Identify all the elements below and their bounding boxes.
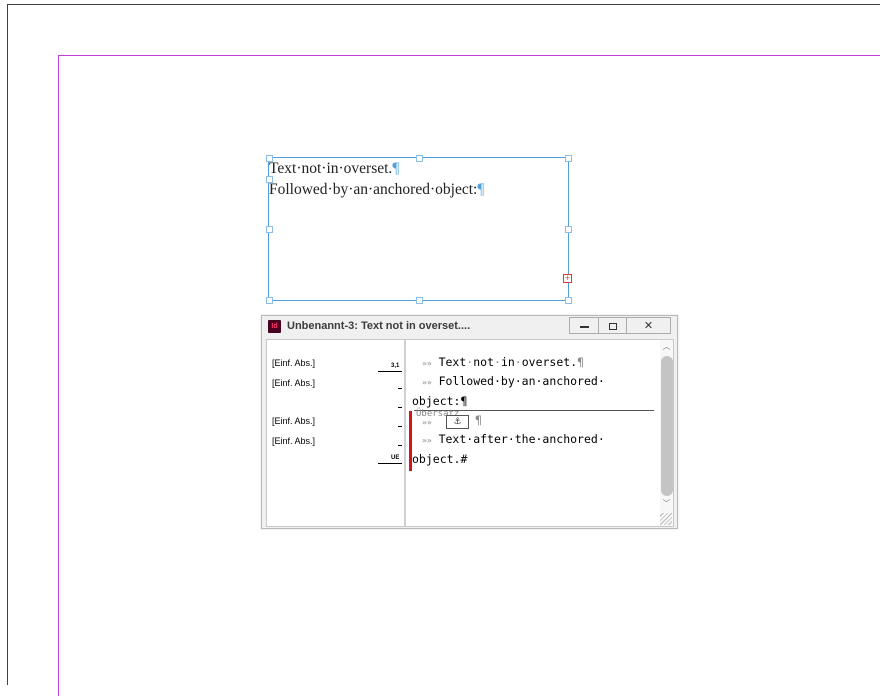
frame-story-text[interactable]: Text·not·in·overset.¶ Followed·by·an·anc…	[269, 158, 484, 200]
resize-handle-bottom-right[interactable]	[565, 297, 572, 304]
tab-marker: »»	[422, 418, 432, 427]
resize-handle-top-right[interactable]	[565, 155, 572, 162]
story-line: »» Text·not·in·overset.¶	[422, 355, 585, 369]
story-line: »» Followed·by·an·anchored·	[422, 374, 605, 388]
close-button[interactable]: ✕	[626, 317, 671, 334]
depth-ruler-mark	[398, 407, 402, 408]
paragraph-style-label: [Einf. Abs.]	[272, 416, 316, 426]
frame-line-2: Followed·by·an·anchored·object:¶	[269, 181, 485, 198]
depth-ruler-mark	[398, 388, 402, 389]
paragraph-style-column: [Einf. Abs.] [Einf. Abs.] [Einf. Abs.] […	[267, 340, 406, 526]
pilcrow-mark: ¶	[477, 181, 485, 198]
resize-handle-right[interactable]	[565, 226, 572, 233]
frame-line-1: Text·not·in·overset.¶	[269, 160, 400, 177]
scroll-up-icon[interactable]: ︿	[662, 341, 671, 352]
story-line: object.#	[412, 452, 468, 466]
resize-handle-bottom[interactable]	[416, 297, 423, 304]
anchor-icon[interactable]: ⚓	[446, 415, 469, 429]
depth-ruler-mark	[378, 463, 402, 464]
maximize-button[interactable]	[598, 317, 626, 334]
scroll-down-icon[interactable]: ﹀	[662, 498, 671, 509]
minimize-button[interactable]	[569, 317, 598, 334]
window-title: Unbenannt-3: Text not in overset....	[287, 320, 471, 332]
tab-marker: »»	[422, 378, 432, 387]
depth-ruler-mark	[398, 445, 402, 446]
depth-ruler-mark	[378, 371, 402, 372]
paragraph-style-label: [Einf. Abs.]	[272, 378, 316, 388]
resize-grip-icon[interactable]	[660, 513, 672, 525]
story-line: »»	[422, 414, 432, 428]
paragraph-style-label: [Einf. Abs.]	[272, 436, 316, 446]
tab-marker: »»	[422, 359, 432, 368]
overset-plus-icon[interactable]: +	[563, 274, 572, 283]
story-text-area[interactable]: »» Text·not·in·overset.¶ »» Followed·by·…	[406, 340, 659, 526]
story-editor-body: [Einf. Abs.] [Einf. Abs.] [Einf. Abs.] […	[266, 339, 674, 527]
indesign-app-icon: Id	[268, 320, 281, 333]
depth-ruler-value: 3,1	[391, 363, 400, 369]
story-line: object:¶	[412, 394, 468, 408]
story-editor-window[interactable]: Id Unbenannt-3: Text not in overset.... …	[261, 315, 678, 529]
close-icon: ✕	[643, 319, 654, 332]
story-line: ¶	[475, 413, 482, 427]
pilcrow-mark: ¶	[392, 160, 400, 177]
minimize-icon	[579, 326, 589, 328]
depth-ruler-mark	[398, 426, 402, 427]
tab-marker: »»	[422, 436, 432, 445]
story-line: »» Text·after·the·anchored·	[422, 432, 605, 446]
text-frame[interactable]: Text·not·in·overset.¶ Followed·by·an·anc…	[266, 155, 572, 304]
resize-handle-bottom-left[interactable]	[266, 297, 273, 304]
maximize-icon	[608, 322, 617, 330]
resize-handle-left[interactable]	[266, 226, 273, 233]
paragraph-style-label: [Einf. Abs.]	[272, 358, 316, 368]
vertical-scrollbar[interactable]: ︿ ﹀	[660, 340, 673, 526]
window-titlebar[interactable]: Id Unbenannt-3: Text not in overset.... …	[262, 316, 677, 338]
depth-ruler-value: UE	[391, 455, 400, 461]
scroll-thumb[interactable]	[661, 356, 673, 496]
